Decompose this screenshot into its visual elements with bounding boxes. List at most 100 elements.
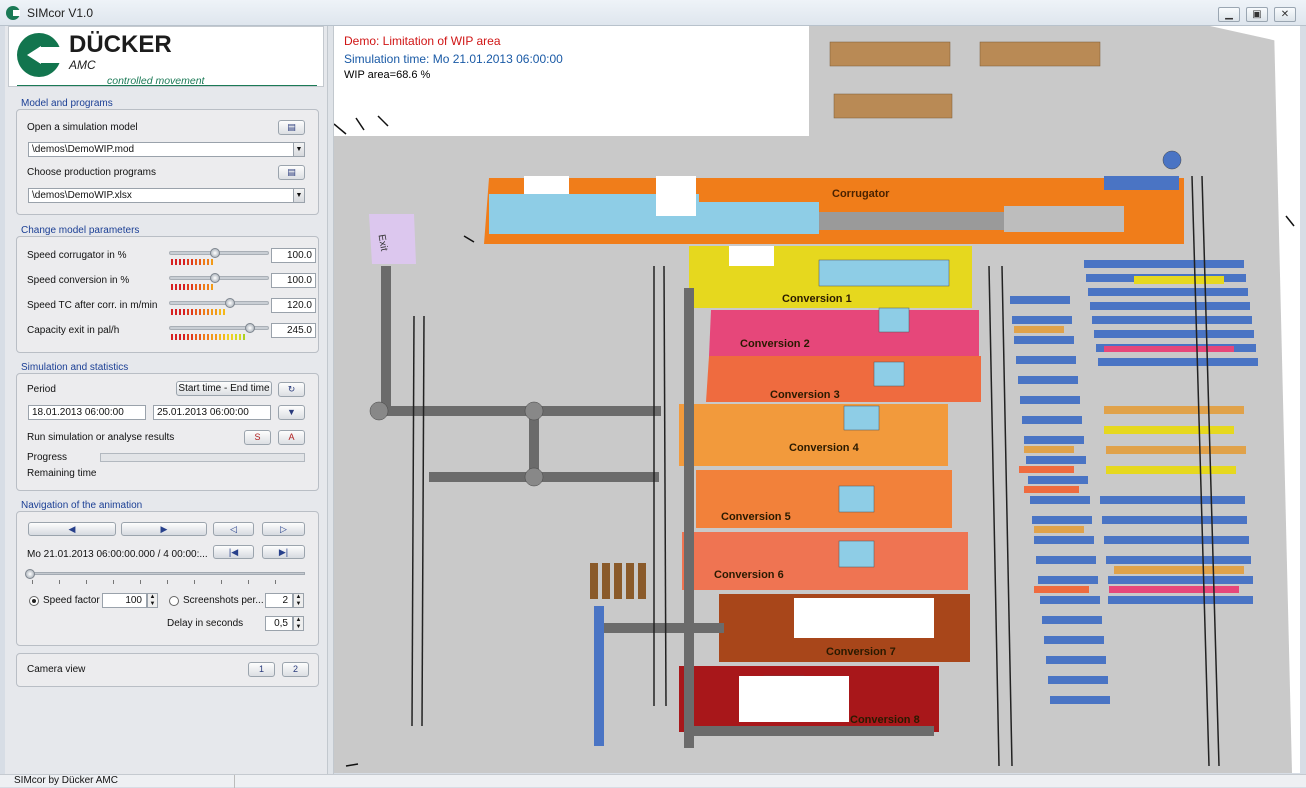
param-slider-knob[interactable] <box>245 323 255 333</box>
level-tick <box>175 284 177 290</box>
step-forward-button[interactable]: ▷ <box>262 522 305 536</box>
level-tick <box>183 284 185 290</box>
speed-factor-input[interactable]: 100 <box>102 593 147 608</box>
go-to-end-button[interactable]: ▶| <box>262 545 305 559</box>
corrugator-label: Corrugator <box>832 188 890 200</box>
group-simulation: Period Start time - End time ↻ 18.01.201… <box>16 373 319 491</box>
level-tick <box>191 334 193 340</box>
start-end-time-button[interactable]: Start time - End time <box>176 381 272 396</box>
param-value-input[interactable]: 120.0 <box>271 298 316 313</box>
choose-programs-button[interactable]: ▤ <box>278 165 305 180</box>
level-tick <box>223 309 225 315</box>
level-tick <box>199 284 201 290</box>
programs-path-value: \demos\DemoWIP.xlsx <box>32 190 132 201</box>
play-forward-button[interactable]: ▶ <box>121 522 207 536</box>
param-value-input[interactable]: 245.0 <box>271 323 316 338</box>
level-tick <box>211 284 213 290</box>
param-level-ticks <box>171 309 225 315</box>
run-label: Run simulation or analyse results <box>27 432 175 443</box>
camera-view-2-button[interactable]: 2 <box>282 662 309 677</box>
animation-timestamp: Mo 21.01.2013 06:00:00.000 / 4 00:00:... <box>27 549 208 560</box>
skip-end-icon: ▶| <box>278 547 289 557</box>
level-tick <box>207 284 209 290</box>
period-dropdown-button[interactable]: ▼ <box>278 405 305 420</box>
conversion-3-label: Conversion 3 <box>770 389 840 401</box>
outline-right-icon: ▷ <box>280 524 287 534</box>
triangle-left-icon: ◀ <box>68 524 76 534</box>
simulation-view[interactable]: Corrugator Exit Conversion 1 Conversion … <box>334 26 1300 773</box>
programs-path-combo[interactable]: \demos\DemoWIP.xlsx ▼ <box>28 188 305 203</box>
conversion-6-label: Conversion 6 <box>714 569 784 581</box>
demo-title: Demo: Limitation of WIP area <box>344 34 501 48</box>
progress-label: Progress <box>27 452 68 463</box>
param-value-input[interactable]: 100.0 <box>271 273 316 288</box>
screenshots-radio[interactable] <box>169 596 179 606</box>
reset-period-button[interactable]: ↻ <box>278 382 305 397</box>
minimize-button[interactable]: ▁ <box>1218 7 1240 22</box>
panel-splitter[interactable] <box>327 26 334 774</box>
folder-icon: ▤ <box>287 122 296 132</box>
open-model-button[interactable]: ▤ <box>278 120 305 135</box>
level-tick <box>199 309 201 315</box>
maximize-button[interactable]: ▣ <box>1246 7 1268 22</box>
chevron-down-icon[interactable]: ▼ <box>293 189 304 202</box>
step-backward-button[interactable]: ◁ <box>213 522 254 536</box>
calendar-icon: ↻ <box>287 384 296 394</box>
param-slider-knob[interactable] <box>210 248 220 258</box>
period-label: Period <box>27 384 56 395</box>
speed-factor-spinner[interactable]: ▲ ▼ <box>147 593 158 608</box>
param-slider[interactable] <box>169 248 269 258</box>
end-time-field[interactable]: 25.01.2013 06:00:00 <box>153 405 271 420</box>
param-slider[interactable] <box>169 323 269 333</box>
conversion-5-label: Conversion 5 <box>721 511 791 523</box>
window-title: SIMcor V1.0 <box>27 6 94 20</box>
screenshots-input[interactable]: 2 <box>265 593 293 608</box>
param-slider-knob[interactable] <box>210 273 220 283</box>
level-tick <box>203 334 205 340</box>
screenshots-spinner[interactable]: ▲ ▼ <box>293 593 304 608</box>
conversion-2-label: Conversion 2 <box>740 338 810 350</box>
outline-left-icon: ◁ <box>230 524 237 534</box>
level-tick <box>171 334 173 340</box>
param-slider[interactable] <box>169 298 269 308</box>
camera-view-1-button[interactable]: 1 <box>248 662 275 677</box>
level-tick <box>179 284 181 290</box>
chevron-down-icon[interactable]: ▼ <box>293 143 304 156</box>
level-tick <box>211 309 213 315</box>
level-tick <box>239 334 241 340</box>
go-to-start-button[interactable]: |◀ <box>213 545 254 559</box>
plant-layout: Corrugator Exit Conversion 1 Conversion … <box>334 26 1300 773</box>
play-backward-button[interactable]: ◀ <box>28 522 116 536</box>
corrugator-housing <box>524 176 569 194</box>
close-button[interactable]: ✕ <box>1274 7 1296 22</box>
param-value-input[interactable]: 100.0 <box>271 248 316 263</box>
param-label: Capacity exit in pal/h <box>27 325 120 336</box>
speed-factor-radio[interactable] <box>29 596 39 606</box>
level-tick <box>199 259 201 265</box>
status-text: SIMcor by Dücker AMC <box>14 775 118 786</box>
model-path-combo[interactable]: \demos\DemoWIP.mod ▼ <box>28 142 305 157</box>
start-time-field[interactable]: 18.01.2013 06:00:00 <box>28 405 146 420</box>
run-simulation-button[interactable]: S <box>244 430 271 445</box>
simulation-time: Simulation time: Mo 21.01.2013 06:00:00 <box>344 52 563 66</box>
level-tick <box>171 309 173 315</box>
level-tick <box>203 259 205 265</box>
timeline-slider[interactable] <box>25 569 305 579</box>
level-tick <box>207 309 209 315</box>
triangle-right-icon: ▶ <box>160 524 168 534</box>
delay-input[interactable]: 0,5 <box>265 616 293 631</box>
timeline-knob[interactable] <box>25 569 35 579</box>
level-tick <box>203 284 205 290</box>
conversion-4-label: Conversion 4 <box>789 442 860 454</box>
level-tick <box>171 259 173 265</box>
level-tick <box>187 309 189 315</box>
conversion-1-label: Conversion 1 <box>782 293 852 305</box>
speed-factor-label: Speed factor <box>43 595 100 606</box>
section-model-title: Model and programs <box>21 98 113 109</box>
delay-spinner[interactable]: ▲ ▼ <box>293 616 304 631</box>
param-slider-knob[interactable] <box>225 298 235 308</box>
open-model-label: Open a simulation model <box>27 122 138 133</box>
folder-icon: ▤ <box>287 167 296 177</box>
analyse-results-button[interactable]: A <box>278 430 305 445</box>
param-slider[interactable] <box>169 273 269 283</box>
